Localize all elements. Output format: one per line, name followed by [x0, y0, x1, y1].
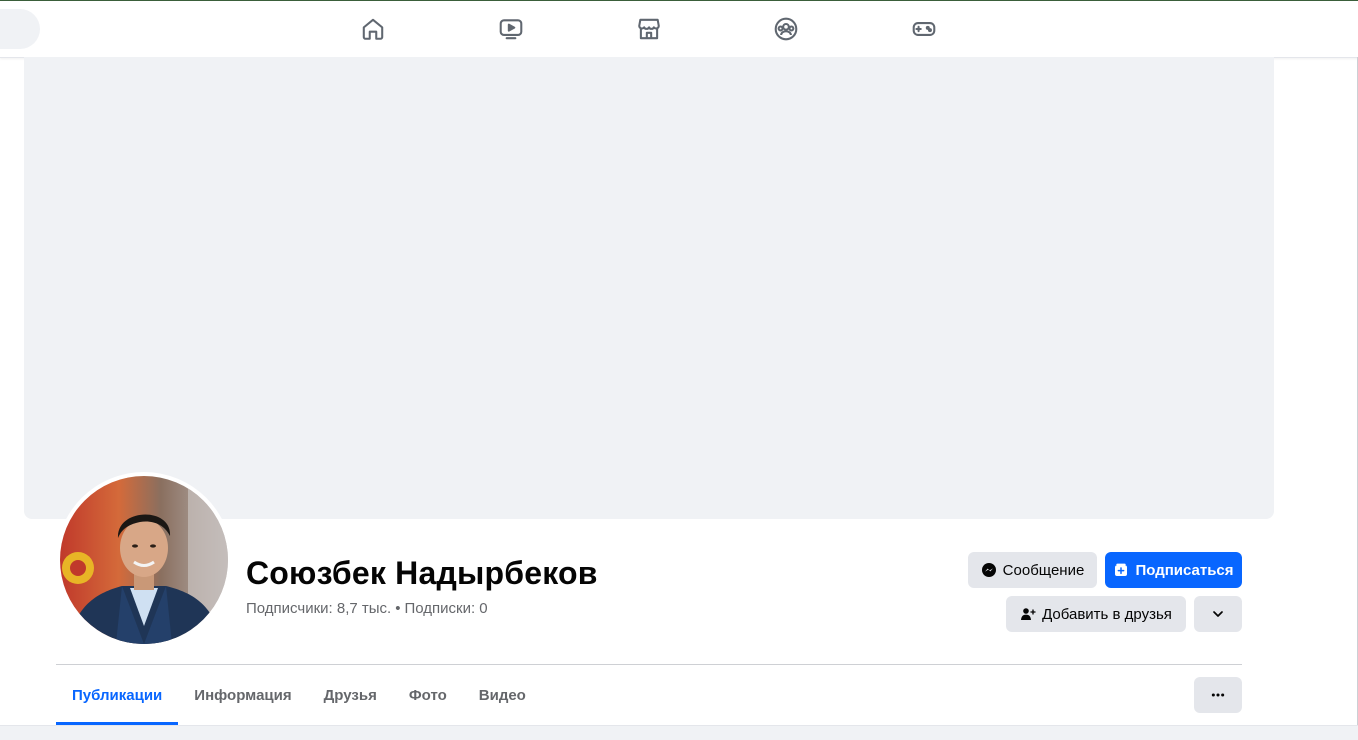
- profile-name: Союзбек Надырбеков: [246, 555, 598, 591]
- profile-options-dropdown[interactable]: [1194, 596, 1242, 632]
- message-button[interactable]: Сообщение: [968, 552, 1097, 588]
- add-friend-icon: [1021, 608, 1036, 620]
- tab-videos[interactable]: Видео: [463, 665, 542, 725]
- add-friend-button-label: Добавить в друзья: [1042, 605, 1172, 623]
- more-options-button[interactable]: [1194, 677, 1242, 713]
- profile-tabs: Публикации Информация Друзья Фото Видео: [56, 665, 542, 725]
- cover-photo[interactable]: [24, 57, 1274, 519]
- follow-icon: [1115, 563, 1128, 576]
- gaming-icon[interactable]: [908, 13, 940, 45]
- profile-stats: Подписчики: 8,7 тыс. • Подписки: 0: [246, 600, 488, 617]
- follow-button-label: Подписаться: [1135, 561, 1234, 579]
- tab-posts[interactable]: Публикации: [56, 665, 179, 725]
- stats-separator: •: [395, 600, 401, 617]
- chevron-down-icon: [1213, 611, 1223, 617]
- marketplace-icon[interactable]: [633, 13, 665, 45]
- message-button-label: Сообщение: [1002, 561, 1085, 579]
- followers-count[interactable]: Подписчики: 8,7 тыс.: [246, 600, 391, 617]
- following-count[interactable]: Подписки: 0: [404, 600, 487, 617]
- video-icon[interactable]: [495, 13, 527, 45]
- more-dots-icon: [1211, 693, 1225, 697]
- add-friend-button[interactable]: Добавить в друзья: [1006, 596, 1186, 632]
- feed-background: [0, 725, 1358, 740]
- follow-button[interactable]: Подписаться: [1105, 552, 1242, 588]
- top-navigation-bar: [0, 1, 1358, 58]
- tab-about[interactable]: Информация: [178, 665, 307, 725]
- groups-icon[interactable]: [770, 13, 802, 45]
- search-field[interactable]: [0, 9, 40, 49]
- tab-friends[interactable]: Друзья: [308, 665, 393, 725]
- tab-photos[interactable]: Фото: [393, 665, 463, 725]
- avatar[interactable]: [60, 476, 228, 644]
- messenger-icon: [981, 563, 996, 577]
- home-icon[interactable]: [357, 13, 389, 45]
